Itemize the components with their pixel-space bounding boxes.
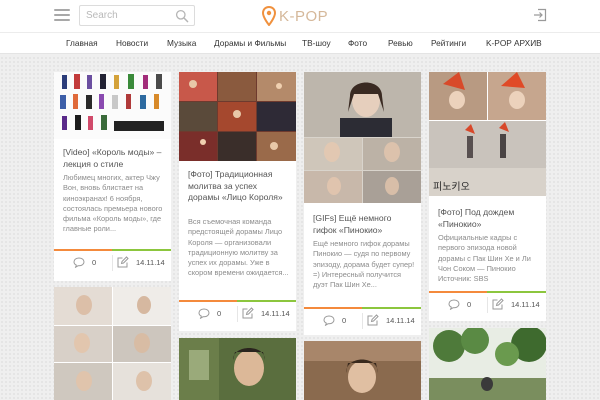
article-card[interactable]: [Video] «Король моды» – лекция о стиле Л… xyxy=(54,72,171,281)
article-card[interactable] xyxy=(429,328,546,400)
main-nav: Главная Новости Музыка Дорамы и Фильмы Т… xyxy=(0,32,600,54)
post-date-value: 14.11.14 xyxy=(386,315,415,325)
article-title[interactable]: [Video] «Король моды» – лекция о стиле xyxy=(63,147,165,170)
article-footer: 0 14.11.14 xyxy=(304,307,421,333)
comment-icon xyxy=(73,256,85,268)
article-excerpt: Официальные кадры с первого эпизода ново… xyxy=(438,233,531,284)
nav-item-music[interactable]: Музыка xyxy=(167,38,196,48)
comment-icon xyxy=(198,307,210,319)
article-thumbnail[interactable] xyxy=(304,72,421,203)
article-thumbnail[interactable] xyxy=(304,341,421,400)
nav-item-photo[interactable]: Фото xyxy=(348,38,367,48)
comments-count[interactable]: 0 xyxy=(448,295,471,313)
footer-bar-left xyxy=(54,249,112,251)
article-thumbnail[interactable] xyxy=(179,72,296,161)
post-date-value: 14.11.14 xyxy=(261,308,290,318)
sign-in-icon[interactable] xyxy=(533,8,547,22)
rain-photoshoot-collage-image: 피노키오 xyxy=(429,72,546,196)
footer-bar-right xyxy=(237,300,296,302)
drama-gif-collage-image xyxy=(304,72,421,203)
footer-divider xyxy=(237,306,238,322)
footer-bar-right xyxy=(487,291,546,293)
article-card[interactable]: [Фото] Традиционная молитва за успех дор… xyxy=(179,72,296,331)
post-date-value: 14.11.14 xyxy=(136,257,165,267)
nav-item-kpop-archive[interactable]: K-POP АРХИВ xyxy=(486,38,542,48)
article-thumbnail[interactable] xyxy=(429,328,546,400)
post-date: 14.11.14 xyxy=(492,295,540,313)
comments-count[interactable]: 0 xyxy=(323,311,346,329)
footer-divider xyxy=(362,313,363,329)
comments-count[interactable]: 0 xyxy=(73,253,96,271)
footer-bar-left xyxy=(179,300,237,302)
drama-still-image xyxy=(304,341,421,400)
footer-divider xyxy=(112,255,113,271)
article-title[interactable]: [Фото] Под дождем «Пинокио» xyxy=(438,207,540,230)
nav-item-reviews[interactable]: Ревью xyxy=(388,38,413,48)
post-date: 14.11.14 xyxy=(367,311,415,329)
edit-icon xyxy=(117,256,129,268)
search-input[interactable] xyxy=(86,8,172,23)
nav-item-dramas[interactable]: Дорамы и Фильмы xyxy=(214,38,286,48)
map-pin-icon xyxy=(262,6,276,26)
comments-count-value: 0 xyxy=(217,308,222,318)
search-box[interactable] xyxy=(79,5,195,26)
comments-count[interactable]: 0 xyxy=(198,304,221,322)
article-thumbnail[interactable] xyxy=(179,338,296,400)
nav-item-news[interactable]: Новости xyxy=(116,38,148,48)
comments-count-value: 0 xyxy=(342,315,347,325)
footer-bar-left xyxy=(304,307,362,309)
article-thumbnail[interactable]: 피노키오 xyxy=(429,72,546,196)
site-header: K-POP xyxy=(0,0,600,32)
edit-icon xyxy=(367,314,379,326)
nav-item-home[interactable]: Главная xyxy=(66,38,98,48)
footer-bar-left xyxy=(429,291,487,293)
still-caption: 피노키오 xyxy=(433,181,470,193)
article-excerpt: Вся съемочная команда предстоящей дорамы… xyxy=(188,217,289,278)
footer-bar-right xyxy=(362,307,421,309)
article-title[interactable]: [Фото] Традиционная молитва за успех дор… xyxy=(188,169,290,204)
search-icon[interactable] xyxy=(175,9,189,23)
fashion-collage-image xyxy=(54,72,171,139)
hamburger-icon[interactable] xyxy=(54,9,70,21)
comments-count-value: 0 xyxy=(467,299,472,309)
site-logo[interactable]: K-POP xyxy=(262,5,328,27)
article-card[interactable]: 피노키오 [Фото] Под дождем «Пинокио» Официал… xyxy=(429,72,546,321)
outdoor-scene-image xyxy=(429,328,546,400)
edit-icon xyxy=(242,307,254,319)
footer-bar-right xyxy=(112,249,171,251)
article-footer: 0 14.11.14 xyxy=(54,249,171,275)
edit-icon xyxy=(492,298,504,310)
comment-icon xyxy=(448,298,460,310)
article-card[interactable] xyxy=(54,287,171,400)
nav-item-ratings[interactable]: Рейтинги xyxy=(431,38,466,48)
post-date: 14.11.14 xyxy=(117,253,165,271)
article-footer: 0 14.11.14 xyxy=(179,300,296,326)
article-footer: 0 14.11.14 xyxy=(429,291,546,317)
article-excerpt: Ещё немного гифок дорамы Пинокио — судя … xyxy=(313,239,415,290)
post-date: 14.11.14 xyxy=(242,304,290,322)
nav-item-tv-shows[interactable]: ТВ-шоу xyxy=(302,38,331,48)
comments-count-value: 0 xyxy=(92,257,97,267)
article-card[interactable] xyxy=(179,338,296,400)
drama-poster-image xyxy=(179,338,296,400)
article-thumbnail[interactable] xyxy=(54,72,171,139)
footer-divider xyxy=(487,297,488,313)
drama-stills-collage-image xyxy=(54,287,171,400)
comment-icon xyxy=(323,314,335,326)
article-thumbnail[interactable] xyxy=(54,287,171,400)
article-title[interactable]: [GIFs] Ещё немного гифок «Пинокио» xyxy=(313,213,415,236)
article-card[interactable] xyxy=(304,341,421,400)
article-excerpt: Любимец многих, актер Чжу Вон, вновь бли… xyxy=(63,173,163,234)
logo-text: K-POP xyxy=(279,7,329,25)
drama-prayer-collage-image xyxy=(179,72,296,161)
post-date-value: 14.11.14 xyxy=(511,299,540,309)
article-card[interactable]: [GIFs] Ещё немного гифок «Пинокио» Ещё н… xyxy=(304,72,421,335)
